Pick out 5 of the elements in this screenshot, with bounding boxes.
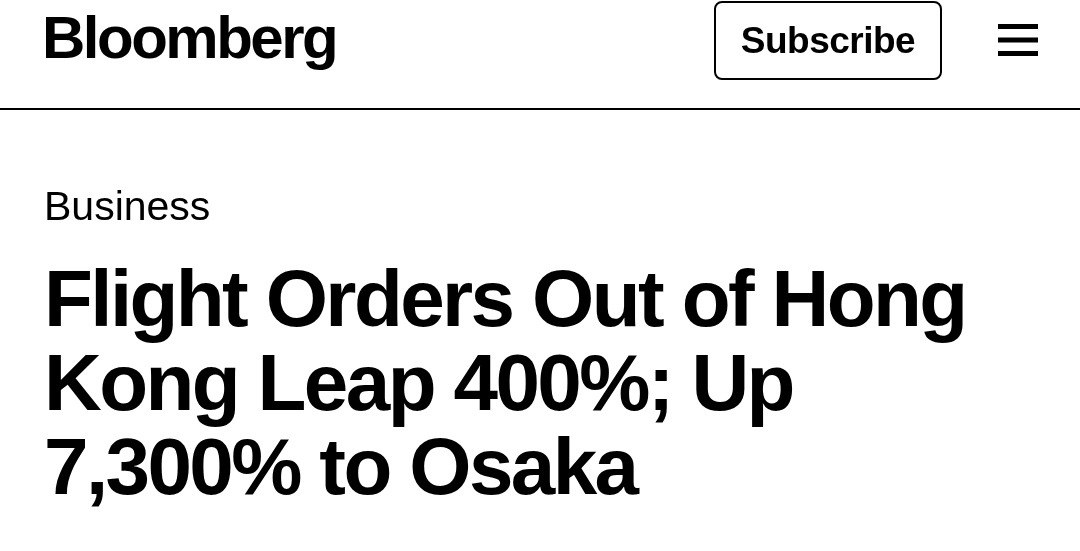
logo[interactable]: Bloomberg [42, 8, 337, 68]
menu-icon[interactable] [998, 24, 1038, 56]
subscribe-button[interactable]: Subscribe [714, 1, 942, 80]
section-label[interactable]: Business [44, 186, 1038, 227]
headline: Flight Orders Out of Hong Kong Leap 400%; Up 7,300% to Osaka [44, 257, 967, 509]
